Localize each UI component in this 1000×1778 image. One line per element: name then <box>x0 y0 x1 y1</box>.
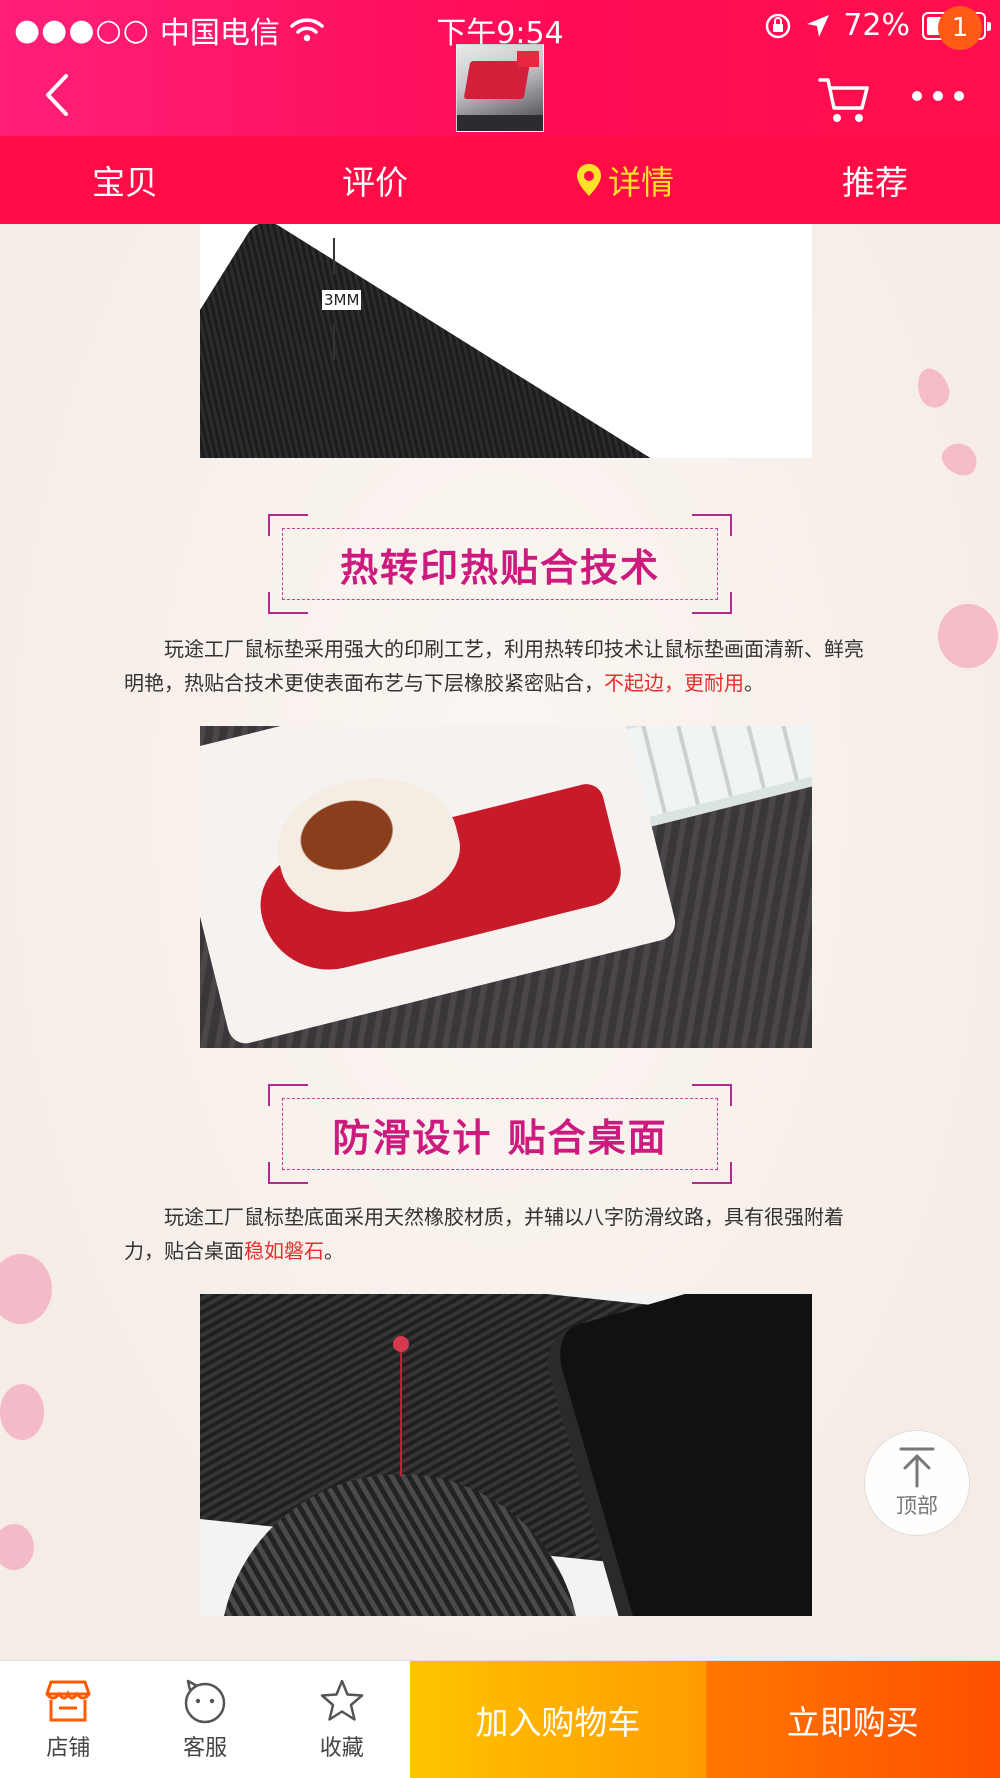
blossom-petal-icon <box>912 364 954 412</box>
product-details[interactable]: 3MM 热转印热贴合技术 玩途工厂鼠标垫采用强大的印刷工艺，利用热转印技术让鼠标… <box>0 224 1000 1660</box>
add-to-cart-label: 加入购物车 <box>475 1703 641 1742</box>
favorite-button[interactable]: 收藏 <box>273 1661 410 1778</box>
star-icon <box>320 1679 364 1721</box>
bottom-action-bar: 店铺 客服 收藏 加入购物车 立即购买 <box>0 1660 1000 1778</box>
paragraph-highlight: 不起边，更耐用 <box>604 671 744 695</box>
customer-service-icon <box>184 1679 226 1724</box>
thumbnail-badge <box>517 51 539 67</box>
paragraph-end: 。 <box>324 1239 344 1263</box>
thumbnail-strip <box>457 115 543 131</box>
arrow-up-to-top-icon <box>899 1447 935 1488</box>
paragraph-end: 。 <box>744 671 764 695</box>
more-button[interactable] <box>912 82 964 110</box>
arrow-down-icon <box>333 238 335 274</box>
blossom-flower-icon <box>0 1254 52 1324</box>
paragraph-highlight: 稳如磐石 <box>244 1239 324 1263</box>
tab-reviews[interactable]: 评价 <box>250 136 500 224</box>
battery-percent: 72% <box>843 8 910 43</box>
tab-label: 评价 <box>342 163 408 202</box>
more-dot-icon <box>954 91 964 101</box>
shop-icon <box>45 1680 91 1722</box>
customer-service-button[interactable]: 客服 <box>137 1661 274 1778</box>
tab-details[interactable]: 详情 <box>500 136 750 224</box>
back-to-top-button[interactable]: 顶部 <box>864 1430 970 1536</box>
more-dot-icon <box>933 91 943 101</box>
tab-label: 推荐 <box>842 163 908 202</box>
callout-dot <box>393 1336 409 1352</box>
section-heading-inner: 防滑设计 贴合桌面 <box>282 1098 718 1170</box>
top-header: ●●●○○ 中国电信 下午9:54 72% 1 宝贝 评价 详情 推荐 <box>0 0 1000 224</box>
tab-bar: 宝贝 评价 详情 推荐 <box>0 136 1000 224</box>
blossom-flower-icon <box>0 1384 44 1440</box>
section-heading-frame: 热转印热贴合技术 <box>268 514 732 614</box>
stitched-edge <box>538 1294 812 1616</box>
callout-line <box>400 1346 402 1476</box>
favorite-label: 收藏 <box>319 1736 364 1761</box>
section-heading: 热转印热贴合技术 <box>339 544 660 590</box>
rotation-lock-icon <box>766 13 791 38</box>
location-arrow-icon <box>807 14 830 37</box>
tab-label: 详情 <box>608 163 674 202</box>
anti-slip-image <box>200 1294 812 1616</box>
shop-button[interactable]: 店铺 <box>0 1661 137 1778</box>
buy-now-button[interactable]: 立即购买 <box>705 1661 1000 1778</box>
notification-badge: 1 <box>938 6 982 50</box>
section-paragraph: 玩途工厂鼠标垫底面采用天然橡胶材质，并辅以八字防滑纹路，具有很强附着力，贴合桌面… <box>124 1200 880 1268</box>
heart-icon: ♥ <box>457 726 480 730</box>
dog-mousepad-image: ♥ ♥ <box>200 726 812 1048</box>
mousepad-thickness-image: 3MM <box>200 224 812 458</box>
blossom-flower-icon <box>0 1524 34 1570</box>
more-dot-icon <box>912 91 922 101</box>
back-to-top-label: 顶部 <box>896 1494 938 1518</box>
blossom-petal-icon <box>936 437 984 481</box>
nav-row <box>0 42 1000 138</box>
heart-icon: ♥ <box>423 726 455 727</box>
cart-icon[interactable] <box>818 74 870 126</box>
section-heading-frame: 防滑设计 贴合桌面 <box>268 1084 732 1184</box>
tab-recommend[interactable]: 推荐 <box>750 136 1000 224</box>
tab-product[interactable]: 宝贝 <box>0 136 250 224</box>
back-button[interactable] <box>34 70 84 120</box>
tab-label: 宝贝 <box>92 163 158 202</box>
section-heading-inner: 热转印热贴合技术 <box>282 528 718 600</box>
section-paragraph: 玩途工厂鼠标垫采用强大的印刷工艺，利用热转印技术让鼠标垫画面清新、鲜亮明艳，热贴… <box>124 632 880 700</box>
mousepad-surface <box>200 224 812 458</box>
add-to-cart-button[interactable]: 加入购物车 <box>410 1661 706 1778</box>
shop-label: 店铺 <box>46 1736 91 1761</box>
thickness-label: 3MM <box>322 290 362 310</box>
blossom-flower-icon <box>938 604 998 668</box>
buy-now-label: 立即购买 <box>786 1703 919 1742</box>
arrow-up-icon <box>333 324 335 360</box>
section-heading: 防滑设计 贴合桌面 <box>332 1114 668 1160</box>
customer-service-label: 客服 <box>183 1736 228 1761</box>
location-pin-icon <box>577 164 601 196</box>
paragraph-text: 玩途工厂鼠标垫底面采用天然橡胶材质，并辅以八字防滑纹路，具有很强附着力，贴合桌面 <box>124 1205 844 1263</box>
product-thumbnail[interactable] <box>456 44 544 132</box>
